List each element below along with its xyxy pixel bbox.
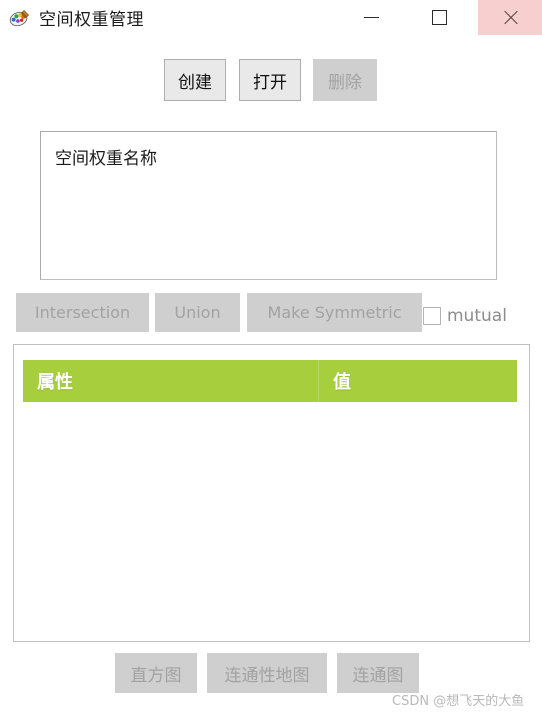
column-header-attribute[interactable]: 属性 bbox=[23, 360, 319, 402]
maximize-button[interactable] bbox=[416, 0, 462, 35]
maximize-icon bbox=[431, 10, 447, 25]
histogram-button[interactable]: 直方图 bbox=[115, 653, 197, 693]
connectivity-graph-button[interactable]: 连通图 bbox=[337, 653, 419, 693]
mutual-checkbox[interactable]: mutual bbox=[423, 296, 507, 335]
close-button[interactable] bbox=[478, 0, 542, 35]
property-table-header-row: 属性 值 bbox=[23, 360, 517, 402]
delete-button[interactable]: 删除 bbox=[313, 59, 377, 101]
spatial-weights-list-header: 空间权重名称 bbox=[55, 149, 157, 169]
mutual-checkbox-label: mutual bbox=[447, 305, 507, 326]
close-icon bbox=[502, 10, 518, 26]
mutual-checkbox-box[interactable] bbox=[423, 306, 441, 325]
title-bar: 空间权重管理 bbox=[0, 0, 542, 35]
column-header-value[interactable]: 值 bbox=[319, 360, 517, 402]
csdn-watermark: CSDN @想飞天的大鱼 bbox=[392, 694, 525, 709]
make-symmetric-button[interactable]: Make Symmetric bbox=[247, 293, 422, 332]
intersection-button[interactable]: Intersection bbox=[16, 293, 149, 332]
window-title: 空间权重管理 bbox=[39, 10, 144, 30]
app-palette-icon bbox=[9, 7, 31, 29]
union-button[interactable]: Union bbox=[155, 293, 240, 332]
spatial-weights-listbox[interactable]: 空间权重名称 bbox=[40, 131, 497, 280]
property-table-body[interactable] bbox=[23, 402, 520, 632]
property-table-panel: 属性 值 bbox=[13, 344, 530, 642]
create-button[interactable]: 创建 bbox=[164, 59, 226, 101]
open-button[interactable]: 打开 bbox=[239, 59, 301, 101]
minimize-button[interactable] bbox=[348, 0, 394, 35]
minimize-icon bbox=[363, 17, 379, 18]
connectivity-map-button[interactable]: 连通性地图 bbox=[207, 653, 327, 693]
